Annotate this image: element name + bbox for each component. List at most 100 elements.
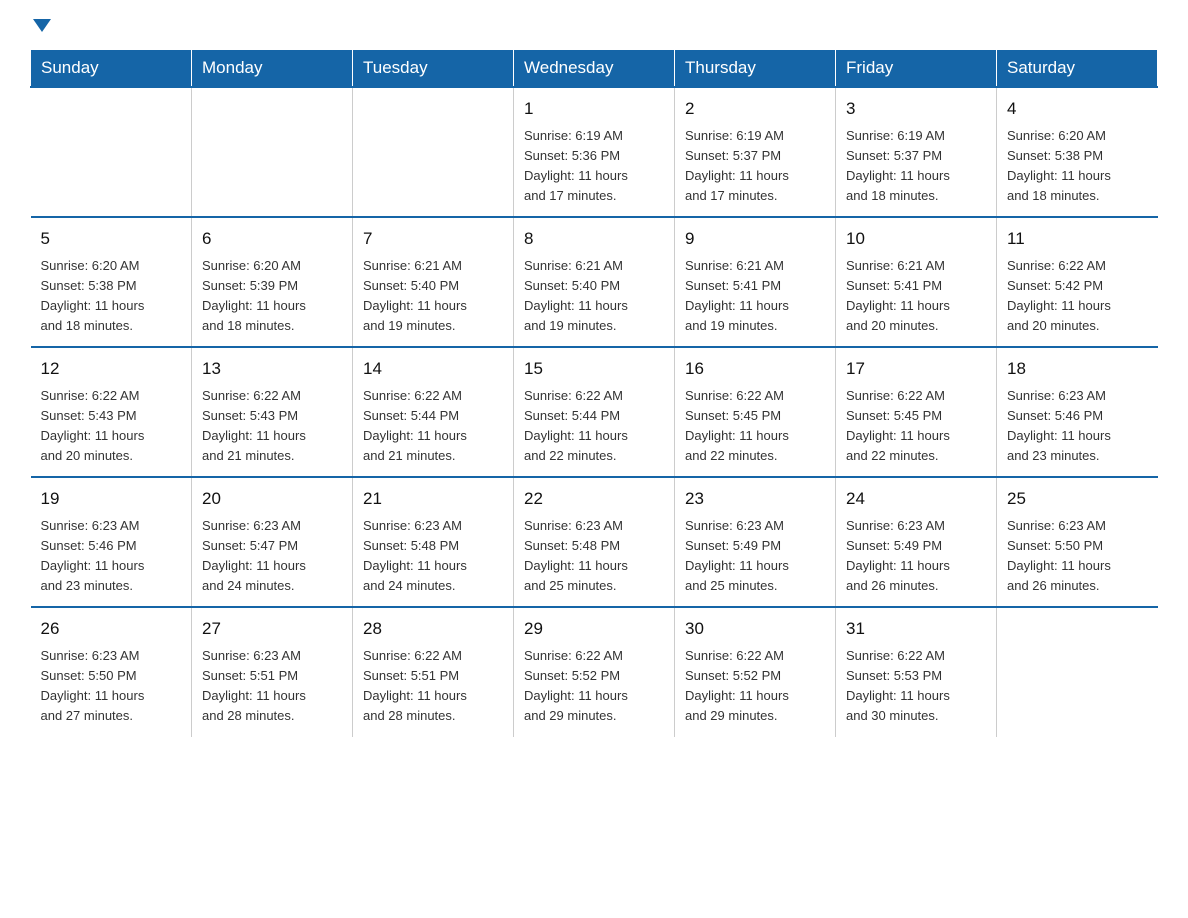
day-info: Sunrise: 6:23 AM Sunset: 5:49 PM Dayligh…: [685, 518, 789, 593]
day-info: Sunrise: 6:21 AM Sunset: 5:41 PM Dayligh…: [846, 258, 950, 333]
calendar-cell: 13 Sunrise: 6:22 AM Sunset: 5:43 PM Dayli…: [192, 347, 353, 477]
day-info: Sunrise: 6:22 AM Sunset: 5:52 PM Dayligh…: [685, 648, 789, 723]
day-info: Sunrise: 6:19 AM Sunset: 5:37 PM Dayligh…: [685, 128, 789, 203]
day-number: 7: [363, 226, 503, 252]
day-number: 10: [846, 226, 986, 252]
day-info: Sunrise: 6:22 AM Sunset: 5:44 PM Dayligh…: [363, 388, 467, 463]
day-info: Sunrise: 6:22 AM Sunset: 5:43 PM Dayligh…: [41, 388, 145, 463]
day-number: 3: [846, 96, 986, 122]
day-info: Sunrise: 6:23 AM Sunset: 5:47 PM Dayligh…: [202, 518, 306, 593]
day-info: Sunrise: 6:22 AM Sunset: 5:45 PM Dayligh…: [846, 388, 950, 463]
day-info: Sunrise: 6:23 AM Sunset: 5:50 PM Dayligh…: [41, 648, 145, 723]
day-number: 25: [1007, 486, 1148, 512]
day-number: 4: [1007, 96, 1148, 122]
calendar-cell: 2 Sunrise: 6:19 AM Sunset: 5:37 PM Daylig…: [675, 87, 836, 217]
day-number: 23: [685, 486, 825, 512]
day-number: 26: [41, 616, 182, 642]
calendar-table: SundayMondayTuesdayWednesdayThursdayFrid…: [30, 49, 1158, 737]
calendar-cell: 16 Sunrise: 6:22 AM Sunset: 5:45 PM Dayli…: [675, 347, 836, 477]
day-header-tuesday: Tuesday: [353, 50, 514, 88]
calendar-cell: 27 Sunrise: 6:23 AM Sunset: 5:51 PM Dayli…: [192, 607, 353, 737]
day-info: Sunrise: 6:21 AM Sunset: 5:40 PM Dayligh…: [363, 258, 467, 333]
day-number: 12: [41, 356, 182, 382]
day-number: 9: [685, 226, 825, 252]
calendar-cell: 15Sunrise: 6:22 AM Sunset: 5:44 PM Dayli…: [514, 347, 675, 477]
calendar-cell: 30 Sunrise: 6:22 AM Sunset: 5:52 PM Dayli…: [675, 607, 836, 737]
day-header-thursday: Thursday: [675, 50, 836, 88]
calendar-cell: 3 Sunrise: 6:19 AM Sunset: 5:37 PM Daylig…: [836, 87, 997, 217]
day-info: Sunrise: 6:21 AM Sunset: 5:40 PM Dayligh…: [524, 258, 628, 333]
day-number: 19: [41, 486, 182, 512]
calendar-week-row: 5Sunrise: 6:20 AM Sunset: 5:38 PM Daylig…: [31, 217, 1158, 347]
day-info: Sunrise: 6:23 AM Sunset: 5:49 PM Dayligh…: [846, 518, 950, 593]
calendar-week-row: 12 Sunrise: 6:22 AM Sunset: 5:43 PM Dayli…: [31, 347, 1158, 477]
calendar-cell: 29 Sunrise: 6:22 AM Sunset: 5:52 PM Dayli…: [514, 607, 675, 737]
day-number: 13: [202, 356, 342, 382]
calendar-cell: 22 Sunrise: 6:23 AM Sunset: 5:48 PM Dayli…: [514, 477, 675, 607]
day-info: Sunrise: 6:22 AM Sunset: 5:52 PM Dayligh…: [524, 648, 628, 723]
day-number: 24: [846, 486, 986, 512]
calendar-cell: 6 Sunrise: 6:20 AM Sunset: 5:39 PM Daylig…: [192, 217, 353, 347]
day-info: Sunrise: 6:23 AM Sunset: 5:46 PM Dayligh…: [41, 518, 145, 593]
calendar-cell: 12 Sunrise: 6:22 AM Sunset: 5:43 PM Dayli…: [31, 347, 192, 477]
page-header: [30, 20, 1158, 31]
calendar-cell: 20Sunrise: 6:23 AM Sunset: 5:47 PM Dayli…: [192, 477, 353, 607]
day-header-sunday: Sunday: [31, 50, 192, 88]
calendar-header-row: SundayMondayTuesdayWednesdayThursdayFrid…: [31, 50, 1158, 88]
day-info: Sunrise: 6:23 AM Sunset: 5:46 PM Dayligh…: [1007, 388, 1111, 463]
day-info: Sunrise: 6:22 AM Sunset: 5:43 PM Dayligh…: [202, 388, 306, 463]
day-info: Sunrise: 6:22 AM Sunset: 5:53 PM Dayligh…: [846, 648, 950, 723]
calendar-cell: 19 Sunrise: 6:23 AM Sunset: 5:46 PM Dayli…: [31, 477, 192, 607]
day-number: 30: [685, 616, 825, 642]
day-info: Sunrise: 6:23 AM Sunset: 5:48 PM Dayligh…: [524, 518, 628, 593]
day-info: Sunrise: 6:20 AM Sunset: 5:39 PM Dayligh…: [202, 258, 306, 333]
day-number: 16: [685, 356, 825, 382]
calendar-cell: 26 Sunrise: 6:23 AM Sunset: 5:50 PM Dayli…: [31, 607, 192, 737]
calendar-cell: [353, 87, 514, 217]
day-info: Sunrise: 6:22 AM Sunset: 5:42 PM Dayligh…: [1007, 258, 1111, 333]
day-number: 31: [846, 616, 986, 642]
day-info: Sunrise: 6:22 AM Sunset: 5:44 PM Dayligh…: [524, 388, 628, 463]
calendar-cell: 17Sunrise: 6:22 AM Sunset: 5:45 PM Dayli…: [836, 347, 997, 477]
calendar-cell: 1 Sunrise: 6:19 AM Sunset: 5:36 PM Daylig…: [514, 87, 675, 217]
day-number: 6: [202, 226, 342, 252]
calendar-cell: [997, 607, 1158, 737]
calendar-cell: 24 Sunrise: 6:23 AM Sunset: 5:49 PM Dayli…: [836, 477, 997, 607]
calendar-cell: 23 Sunrise: 6:23 AM Sunset: 5:49 PM Dayli…: [675, 477, 836, 607]
calendar-cell: [31, 87, 192, 217]
day-number: 27: [202, 616, 342, 642]
day-number: 1: [524, 96, 664, 122]
day-info: Sunrise: 6:19 AM Sunset: 5:37 PM Dayligh…: [846, 128, 950, 203]
day-info: Sunrise: 6:22 AM Sunset: 5:45 PM Dayligh…: [685, 388, 789, 463]
day-header-friday: Friday: [836, 50, 997, 88]
day-info: Sunrise: 6:22 AM Sunset: 5:51 PM Dayligh…: [363, 648, 467, 723]
logo-triangle-icon: [33, 19, 51, 32]
day-number: 21: [363, 486, 503, 512]
day-info: Sunrise: 6:23 AM Sunset: 5:51 PM Dayligh…: [202, 648, 306, 723]
calendar-week-row: 19 Sunrise: 6:23 AM Sunset: 5:46 PM Dayli…: [31, 477, 1158, 607]
day-header-saturday: Saturday: [997, 50, 1158, 88]
calendar-cell: 31 Sunrise: 6:22 AM Sunset: 5:53 PM Dayli…: [836, 607, 997, 737]
calendar-cell: 4 Sunrise: 6:20 AM Sunset: 5:38 PM Daylig…: [997, 87, 1158, 217]
day-number: 22: [524, 486, 664, 512]
calendar-cell: 14 Sunrise: 6:22 AM Sunset: 5:44 PM Dayli…: [353, 347, 514, 477]
calendar-week-row: 1 Sunrise: 6:19 AM Sunset: 5:36 PM Daylig…: [31, 87, 1158, 217]
day-number: 29: [524, 616, 664, 642]
day-info: Sunrise: 6:23 AM Sunset: 5:50 PM Dayligh…: [1007, 518, 1111, 593]
logo-line1: [30, 20, 51, 33]
day-header-wednesday: Wednesday: [514, 50, 675, 88]
day-number: 28: [363, 616, 503, 642]
day-info: Sunrise: 6:23 AM Sunset: 5:48 PM Dayligh…: [363, 518, 467, 593]
calendar-cell: 5Sunrise: 6:20 AM Sunset: 5:38 PM Daylig…: [31, 217, 192, 347]
calendar-week-row: 26 Sunrise: 6:23 AM Sunset: 5:50 PM Dayli…: [31, 607, 1158, 737]
calendar-cell: 11Sunrise: 6:22 AM Sunset: 5:42 PM Dayli…: [997, 217, 1158, 347]
day-info: Sunrise: 6:19 AM Sunset: 5:36 PM Dayligh…: [524, 128, 628, 203]
day-number: 14: [363, 356, 503, 382]
calendar-cell: 28 Sunrise: 6:22 AM Sunset: 5:51 PM Dayli…: [353, 607, 514, 737]
calendar-cell: 9Sunrise: 6:21 AM Sunset: 5:41 PM Daylig…: [675, 217, 836, 347]
day-number: 5: [41, 226, 182, 252]
calendar-cell: 8Sunrise: 6:21 AM Sunset: 5:40 PM Daylig…: [514, 217, 675, 347]
day-number: 2: [685, 96, 825, 122]
day-header-monday: Monday: [192, 50, 353, 88]
day-info: Sunrise: 6:20 AM Sunset: 5:38 PM Dayligh…: [1007, 128, 1111, 203]
